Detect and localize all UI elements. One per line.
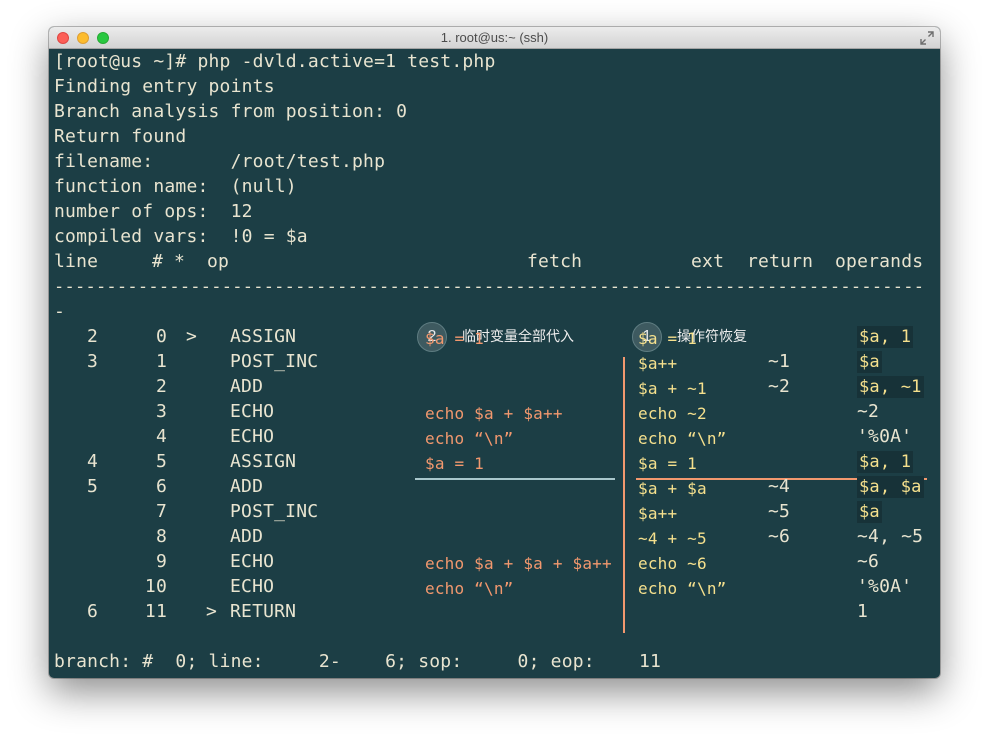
output-line: Return found xyxy=(54,126,187,147)
row-return: ~6 xyxy=(768,526,791,547)
separator-line: ----------------------------------------… xyxy=(54,277,925,297)
row-number: 2 xyxy=(155,376,167,397)
row-line: 5 xyxy=(87,476,99,497)
row-operator-recovery: echo ~2 xyxy=(638,404,707,423)
row-line: 4 xyxy=(87,451,99,472)
column-return: return xyxy=(747,251,814,272)
row-operands: $a, 1 xyxy=(857,451,914,473)
filename-line: filename: /root/test.php xyxy=(54,151,386,172)
row-number: 1 xyxy=(155,351,167,372)
row-opcode: ECHO xyxy=(230,551,275,572)
row-number: 0 xyxy=(155,326,167,347)
separator-wrap: - xyxy=(54,301,66,322)
row-temp-substitution: $a = 1 xyxy=(425,454,484,473)
row-operands: $a xyxy=(857,351,882,373)
compiled-vars-line: compiled vars: !0 = $a xyxy=(54,226,308,247)
row-number: 6 xyxy=(155,476,167,497)
row-opcode: ADD xyxy=(230,526,264,547)
row-operands: '%0A' xyxy=(857,576,913,597)
row-opcode: ASSIGN xyxy=(230,451,297,472)
op-count-line: number of ops: 12 xyxy=(54,201,253,222)
function-name-line: function name: (null) xyxy=(54,176,297,197)
row-opcode: POST_INC xyxy=(230,501,319,522)
row-opcode: ECHO xyxy=(230,576,275,597)
row-opcode: POST_INC xyxy=(230,351,319,372)
row-operands: '%0A' xyxy=(857,426,913,447)
row-number: 10 xyxy=(144,576,167,597)
row-flag: > xyxy=(186,326,198,347)
row-number: 11 xyxy=(144,601,167,622)
command-line: [root@us ~]# php -dvld.active=1 test.php xyxy=(54,51,496,72)
row-opcode: ECHO xyxy=(230,401,275,422)
row-operator-recovery: ~4 + ~5 xyxy=(638,529,707,548)
row-operator-recovery: echo ~6 xyxy=(638,554,707,573)
output-line: Finding entry points xyxy=(54,76,275,97)
row-opcode: ADD xyxy=(230,376,264,397)
row-opcode: ECHO xyxy=(230,426,275,447)
row-operands: ~4, ~5 xyxy=(857,526,924,547)
fullscreen-icon[interactable] xyxy=(920,31,934,45)
output-line: Branch analysis from position: 0 xyxy=(54,101,408,122)
row-opcode: RETURN xyxy=(230,601,297,622)
column-op: op xyxy=(207,251,230,272)
column-flag: * xyxy=(174,251,186,272)
left-horizontal-divider xyxy=(415,478,615,480)
row-opcode: ADD xyxy=(230,476,264,497)
row-temp-substitution: echo “\n” xyxy=(425,579,514,598)
row-return: ~4 xyxy=(768,476,791,497)
column-fetch: fetch xyxy=(527,251,583,272)
row-number: 7 xyxy=(155,501,167,522)
row-operator-recovery: $a++ xyxy=(638,504,678,523)
row-return: ~2 xyxy=(768,376,791,397)
row-operands: $a, ~1 xyxy=(857,376,924,398)
row-operands: ~2 xyxy=(857,401,880,422)
row-temp-substitution: echo $a + $a + $a++ xyxy=(425,554,612,573)
row-line: 3 xyxy=(87,351,99,372)
row-line: 6 xyxy=(87,601,99,622)
terminal-window: 1. root@us:~ (ssh) [root@us ~]# php -dvl… xyxy=(49,27,940,678)
row-operands: 1 xyxy=(857,601,869,622)
row-operator-recovery: $a++ xyxy=(638,354,678,373)
row-operator-recovery: $a = 1 xyxy=(638,329,697,348)
row-return: ~5 xyxy=(768,501,791,522)
column-number: # xyxy=(152,251,164,272)
row-operands: $a, $a xyxy=(857,476,924,498)
row-operator-recovery: $a = 1 xyxy=(638,454,697,473)
row-temp-substitution: echo $a + $a++ xyxy=(425,404,563,423)
row-operator-recovery: echo “\n” xyxy=(638,429,727,448)
row-opcode: ASSIGN xyxy=(230,326,297,347)
title-bar[interactable]: 1. root@us:~ (ssh) xyxy=(49,27,940,49)
row-number: 4 xyxy=(155,426,167,447)
branch-summary: branch: # 0; line: 2- 6; sop: 0; eop: 11 xyxy=(54,651,662,672)
row-line: 2 xyxy=(87,326,99,347)
column-ext: ext xyxy=(691,251,725,272)
row-number: 9 xyxy=(155,551,167,572)
terminal-content[interactable]: [root@us ~]# php -dvld.active=1 test.php… xyxy=(49,49,940,678)
row-temp-substitution: echo “\n” xyxy=(425,429,514,448)
row-operands: ~6 xyxy=(857,551,880,572)
row-operands: $a, 1 xyxy=(857,326,914,348)
row-return: ~1 xyxy=(768,351,791,372)
right-vertical-divider xyxy=(623,357,625,633)
column-operands: operands xyxy=(835,251,924,272)
column-line: line xyxy=(54,251,99,272)
row-temp-substitution: $a = 1 xyxy=(425,329,484,348)
row-operands: $a xyxy=(857,501,882,523)
row-operator-recovery: $a + ~1 xyxy=(638,379,707,398)
row-flag: > xyxy=(206,601,218,622)
row-number: 5 xyxy=(155,451,167,472)
row-number: 3 xyxy=(155,401,167,422)
row-operator-recovery: $a + $a xyxy=(638,479,707,498)
row-number: 8 xyxy=(155,526,167,547)
row-operator-recovery: echo “\n” xyxy=(638,579,727,598)
window-title: 1. root@us:~ (ssh) xyxy=(440,30,549,45)
